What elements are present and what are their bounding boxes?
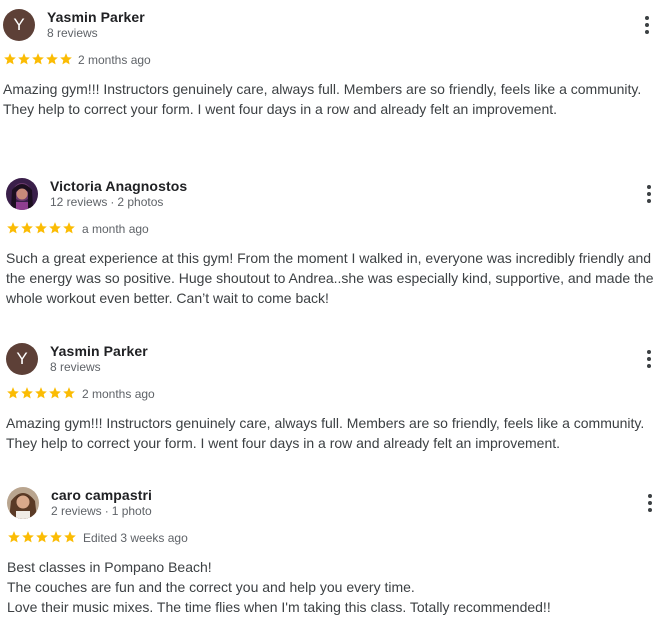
star-icon (36, 531, 48, 543)
star-rating (6, 221, 76, 235)
star-icon (21, 387, 33, 399)
review-text: Best classes in Pompano Beach! The couch… (7, 559, 551, 615)
reviewer-name[interactable]: Victoria Anagnostos (50, 178, 187, 194)
avatar-letter: Y (16, 349, 28, 368)
star-icon (18, 53, 30, 65)
review-text: Amazing gym!!! Instructors genuinely car… (6, 415, 645, 451)
profile-photo-avatar (6, 178, 38, 210)
star-icon (35, 387, 47, 399)
star-icon (8, 531, 20, 543)
review-text: Such a great experience at this gym! Fro… (6, 250, 654, 306)
star-icon (4, 53, 16, 65)
star-icon (35, 222, 47, 234)
review-date: 2 months ago (78, 53, 151, 67)
photo-count: 2 photos (117, 195, 164, 209)
more-vert-icon[interactable] (639, 347, 659, 371)
reviewer-stats: 8 reviews (47, 26, 98, 40)
review-date: 2 months ago (82, 387, 155, 401)
profile-photo-avatar (7, 487, 39, 519)
star-icon (49, 222, 61, 234)
more-vert-icon[interactable] (640, 491, 660, 515)
avatar-letter: Y (13, 15, 25, 34)
star-icon (32, 53, 44, 65)
reviewer-name[interactable]: Yasmin Parker (47, 9, 145, 25)
more-vert-icon[interactable] (637, 13, 657, 37)
star-icon (7, 387, 19, 399)
star-icon (50, 531, 62, 543)
reviewer-name[interactable]: caro campastri (51, 487, 152, 503)
avatar[interactable]: Y (3, 9, 35, 41)
review-text: Amazing gym!!! Instructors genuinely car… (3, 81, 642, 117)
star-rating (6, 386, 76, 400)
star-icon (63, 222, 75, 234)
star-rating (7, 530, 77, 544)
star-icon (64, 531, 76, 543)
reviewer-name[interactable]: Yasmin Parker (50, 343, 148, 359)
review-count: 8 reviews (47, 26, 98, 40)
star-icon (46, 53, 58, 65)
avatar[interactable] (6, 178, 38, 210)
star-icon (63, 387, 75, 399)
review-count: 2 reviews (51, 504, 102, 518)
reviewer-stats: 8 reviews (50, 360, 101, 374)
star-icon (7, 222, 19, 234)
review-date: Edited 3 weeks ago (83, 531, 188, 545)
reviewer-stats: 2 reviews · 1 photo (51, 504, 152, 518)
review-count: 8 reviews (50, 360, 101, 374)
more-vert-icon[interactable] (639, 182, 659, 206)
star-icon (21, 222, 33, 234)
review-date: a month ago (82, 222, 149, 236)
reviewer-stats: 12 reviews · 2 photos (50, 195, 164, 209)
photo-count: 1 photo (111, 504, 152, 518)
star-icon (60, 53, 72, 65)
star-icon (22, 531, 34, 543)
review-count: 12 reviews (50, 195, 108, 209)
star-icon (49, 387, 61, 399)
star-rating (3, 52, 73, 66)
avatar[interactable] (7, 487, 39, 519)
avatar[interactable]: Y (6, 343, 38, 375)
